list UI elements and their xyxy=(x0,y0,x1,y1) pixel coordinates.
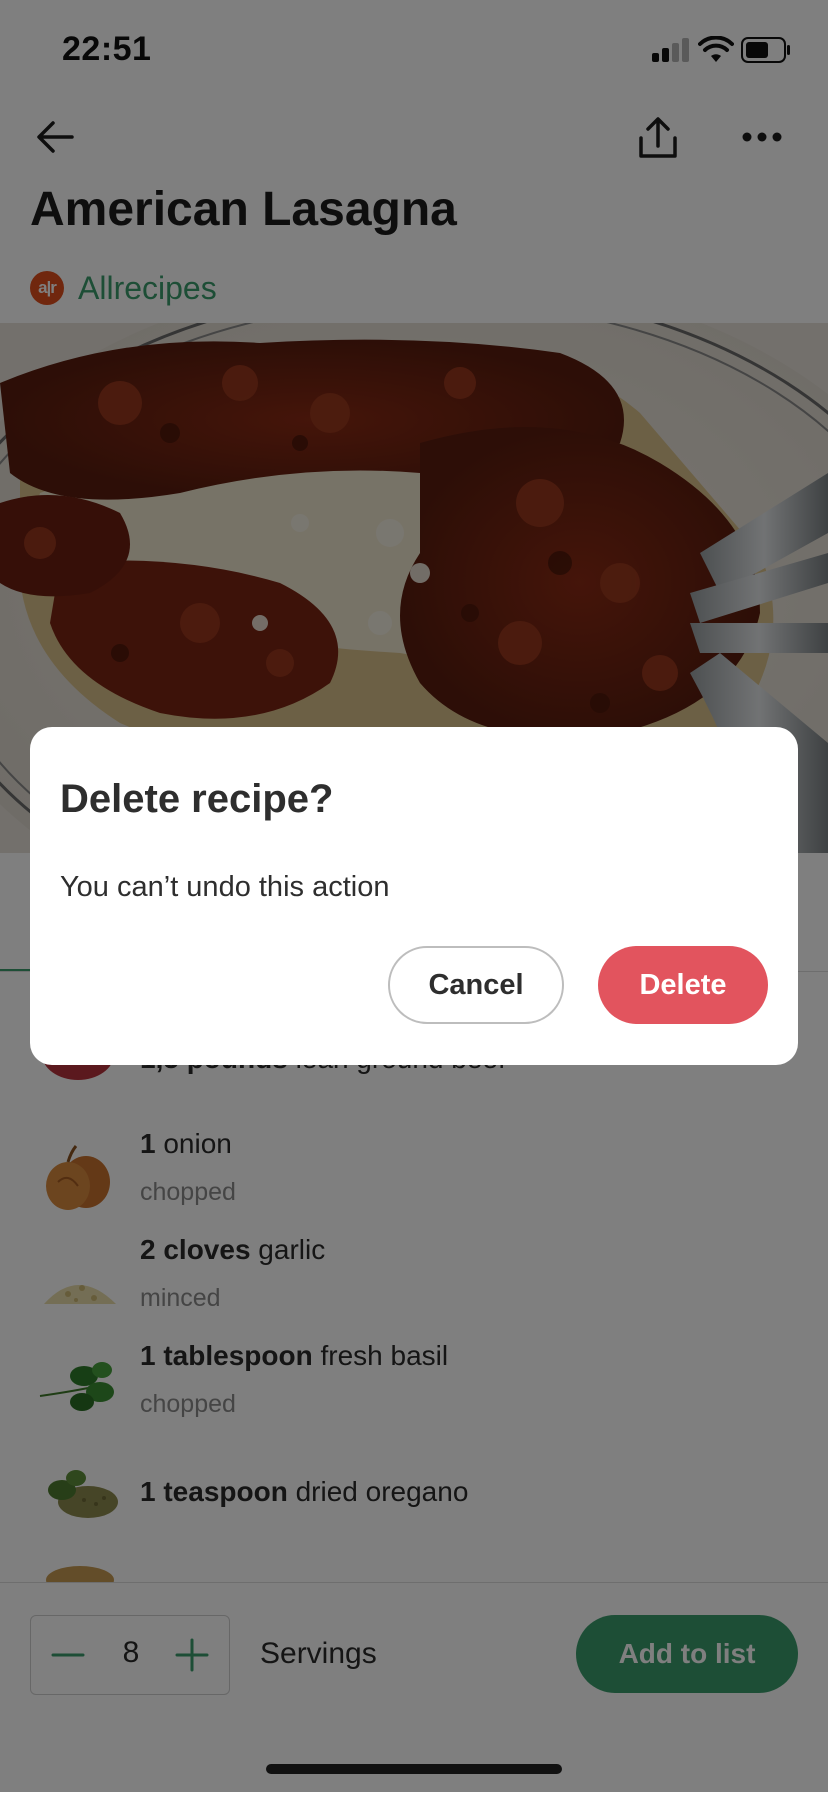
delete-recipe-dialog: Delete recipe? You can’t undo this actio… xyxy=(30,727,798,1065)
delete-button[interactable]: Delete xyxy=(598,946,768,1024)
recipe-detail-screen: 22:51 xyxy=(0,0,828,1793)
dialog-message: You can’t undo this action xyxy=(60,871,390,903)
home-indicator[interactable] xyxy=(266,1764,562,1774)
dialog-title: Delete recipe? xyxy=(60,777,334,821)
cancel-button[interactable]: Cancel xyxy=(388,946,564,1024)
